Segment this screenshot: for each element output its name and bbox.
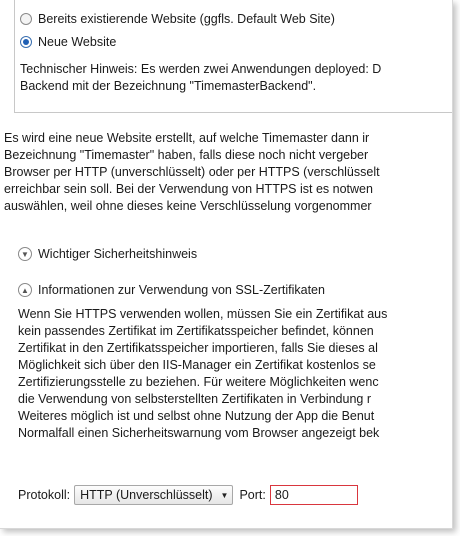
protocol-select[interactable]: HTTP (Unverschlüsselt) ▼ xyxy=(74,485,234,505)
text-line: Wenn Sie HTTPS verwenden wollen, müssen … xyxy=(18,307,388,321)
text-line: Weiteres möglich ist und selbst ohne Nut… xyxy=(18,409,375,423)
text-line: Technischer Hinweis: Es werden zwei Anwe… xyxy=(20,62,382,76)
radio-new-website[interactable]: Neue Website xyxy=(20,33,116,51)
expander-label: Wichtiger Sicherheitshinweis xyxy=(38,247,198,261)
text-line: Normalfall einen Sicherheitswarnung vom … xyxy=(18,426,380,440)
radio-new-label: Neue Website xyxy=(38,35,117,49)
text-line: die Verwendung von selbsterstellten Zert… xyxy=(18,392,371,406)
text-line: Bezeichnung "Timemaster" haben, falls di… xyxy=(4,148,369,162)
protocol-row: Protokoll: HTTP (Unverschlüsselt) ▼ Port… xyxy=(18,485,358,505)
text-line: Backend mit der Bezeichnung "TimemasterB… xyxy=(20,79,317,93)
text-line: kein passendes Zertifikat im Zertifikats… xyxy=(18,324,374,338)
expander-label: Informationen zur Verwendung von SSL-Zer… xyxy=(38,283,325,297)
protocol-selected-value: HTTP (Unverschlüsselt) xyxy=(80,488,213,502)
dropdown-arrow-icon[interactable]: ▼ xyxy=(221,491,229,500)
technical-note: Technischer Hinweis: Es werden zwei Anwe… xyxy=(20,61,381,95)
port-input[interactable]: 80 xyxy=(269,485,358,505)
chevron-up-icon[interactable]: ▲ xyxy=(18,283,32,297)
text-line: erreichbar sein soll. Bei der Verwendung… xyxy=(4,182,373,196)
website-description: Es wird eine neue Website erstellt, auf … xyxy=(4,130,380,215)
text-line: Zertifikat in den Zertifikatsspeicher im… xyxy=(18,341,378,355)
text-line: Es wird eine neue Website erstellt, auf … xyxy=(4,131,370,145)
ssl-info-text: Wenn Sie HTTPS verwenden wollen, müssen … xyxy=(18,306,387,442)
settings-panel: Bereits existierende Website (ggfls. Def… xyxy=(0,0,453,529)
expander-security-note[interactable]: ▼ Wichtiger Sicherheitshinweis xyxy=(18,244,197,264)
port-value[interactable]: 80 xyxy=(275,488,289,502)
port-label: Port: xyxy=(239,488,266,502)
radio-button-checked[interactable] xyxy=(20,36,32,48)
protocol-label: Protokoll: xyxy=(18,488,71,502)
radio-existing-label: Bereits existierende Website (ggfls. Def… xyxy=(38,12,335,26)
radio-existing-website[interactable]: Bereits existierende Website (ggfls. Def… xyxy=(20,10,335,28)
expander-ssl-info[interactable]: ▲ Informationen zur Verwendung von SSL-Z… xyxy=(18,280,325,300)
text-line: auswählen, weil ohne dieses keine Versch… xyxy=(4,199,372,213)
text-line: Zertifizierungsstelle zu beziehen. Für w… xyxy=(18,375,379,389)
text-line: Möglichkeit sich über den IIS-Manager ei… xyxy=(18,358,376,372)
text-line: Browser per HTTP (unverschlüsselt) oder … xyxy=(4,165,380,179)
radio-button[interactable] xyxy=(20,13,32,25)
chevron-down-icon[interactable]: ▼ xyxy=(18,247,32,261)
